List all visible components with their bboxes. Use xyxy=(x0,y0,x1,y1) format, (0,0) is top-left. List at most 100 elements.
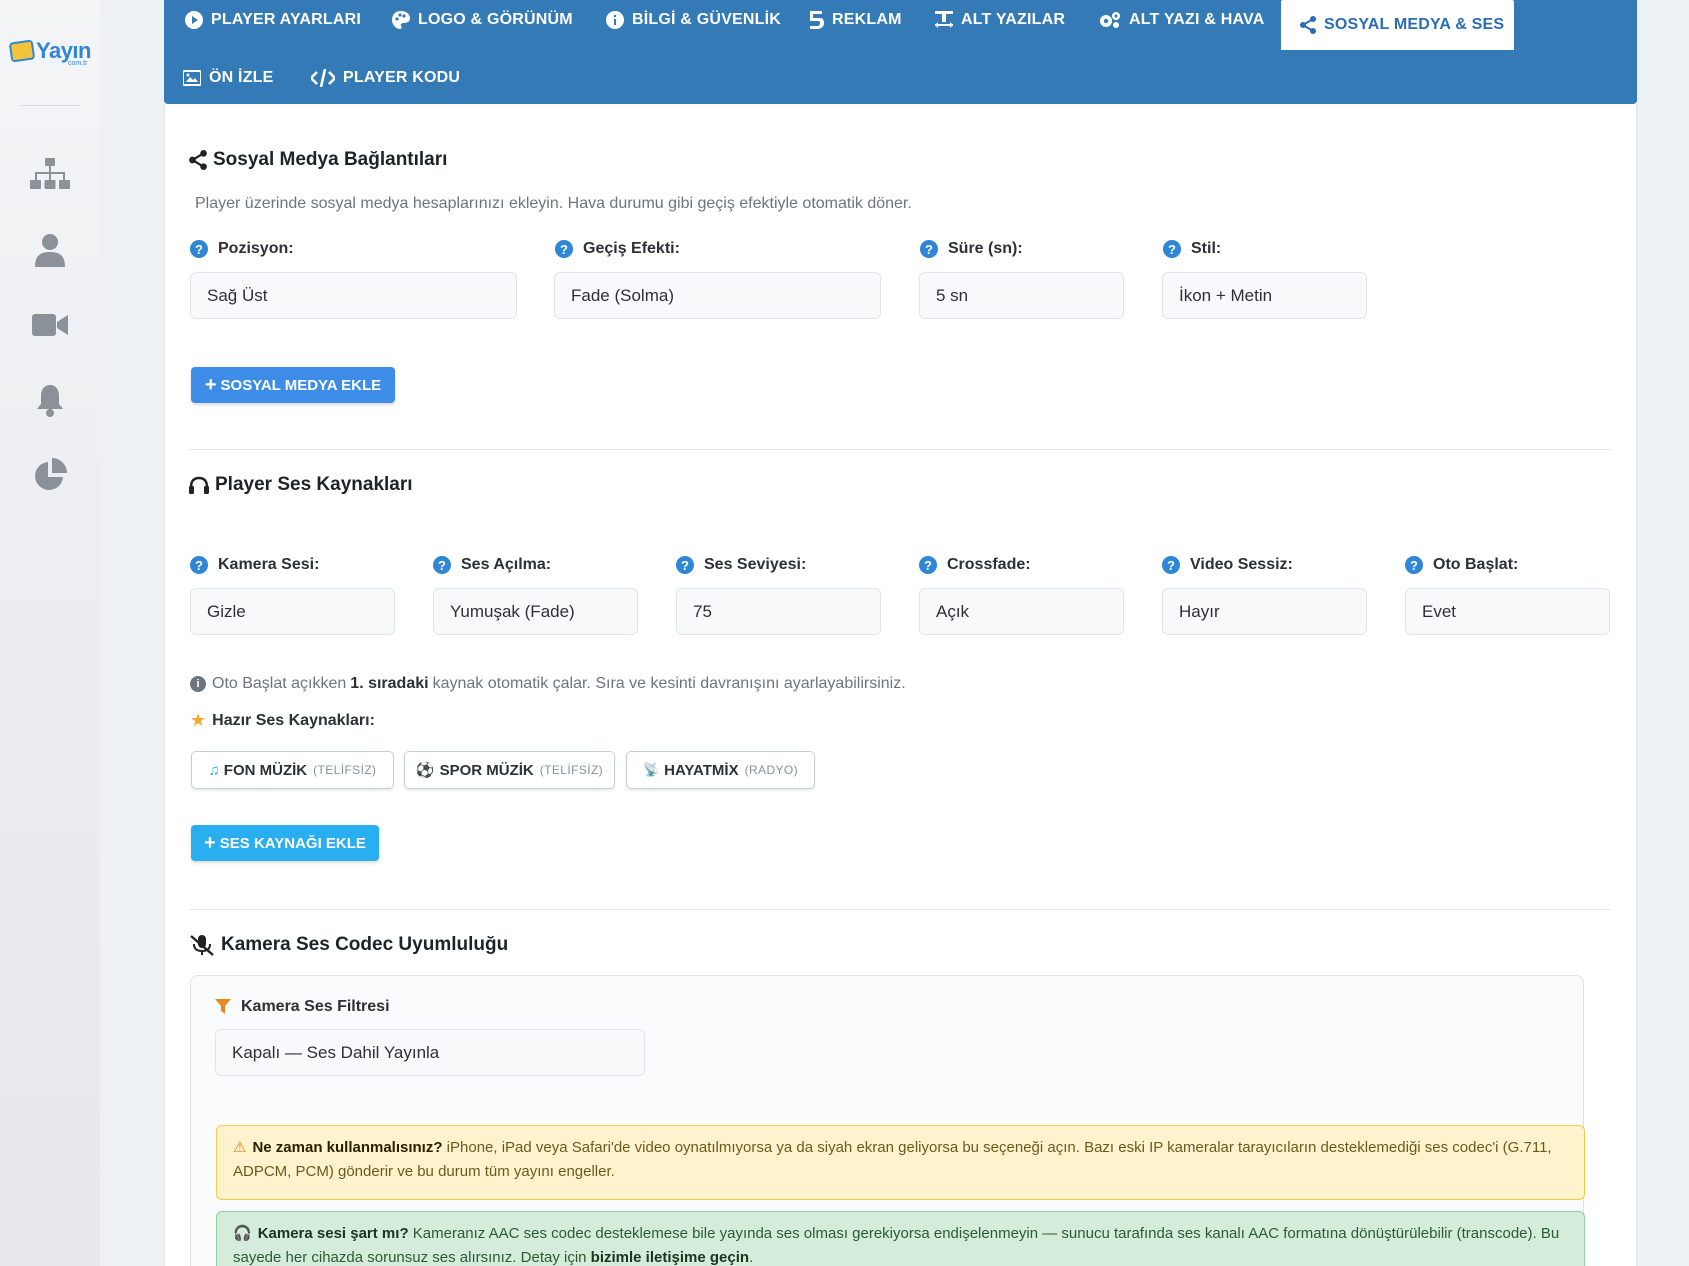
camera-audio-filter-select[interactable]: Kapalı — Ses Dahil Yayınla xyxy=(215,1029,645,1076)
play-circle-icon xyxy=(185,11,203,29)
label-text: Crossfade: xyxy=(947,556,1031,573)
tab-label: ÖN İZLE xyxy=(209,69,274,86)
success-text: Kameranız AAC ses codec desteklemese bil… xyxy=(233,1225,1560,1266)
tab-label: BİLGİ & GÜVENLİK xyxy=(632,11,781,28)
social-description: Player üzerinde sosyal medya hesaplarını… xyxy=(195,195,912,212)
audio-section-title: Player Ses Kaynakları xyxy=(189,474,413,496)
tab-sosyal-medya-ses[interactable]: SOSYAL MEDYA & SES xyxy=(1281,0,1514,50)
pie-chart-icon[interactable] xyxy=(30,455,70,495)
label-text: Stil: xyxy=(1191,240,1222,257)
tab-label: ALT YAZILAR xyxy=(961,11,1066,28)
plus-icon: + xyxy=(204,832,216,854)
tab-label: ALT YAZI & HAVA xyxy=(1129,11,1265,28)
label-text: Kamera Sesi: xyxy=(218,556,320,573)
logo-sub: com.tr xyxy=(68,60,88,67)
camera-sound-select[interactable]: Gizle xyxy=(190,588,395,635)
volume-level-select[interactable]: 75 xyxy=(676,588,881,635)
tab-player-kodu[interactable]: PLAYER KODU xyxy=(311,53,460,103)
volume-open-label: ? Ses Açılma: xyxy=(433,556,551,574)
palette-icon xyxy=(392,11,410,29)
question-icon: ? xyxy=(920,240,938,258)
ad-icon xyxy=(810,11,824,29)
label-text: Pozisyon: xyxy=(218,240,294,257)
position-select[interactable]: Sağ Üst xyxy=(190,272,517,319)
style-label: ? Stil: xyxy=(1163,240,1221,258)
sidebar: Yayın com.tr xyxy=(0,0,100,1266)
transition-label: ? Geçiş Efekti: xyxy=(555,240,680,258)
question-icon: ? xyxy=(676,556,694,574)
soccer-ball-icon: ⚽ xyxy=(415,762,435,779)
tab-label: PLAYER AYARLARI xyxy=(211,11,362,28)
crossfade-select[interactable]: Açık xyxy=(919,588,1124,635)
warning-alert: ⚠ Ne zaman kullanmalısınız? iPhone, iPad … xyxy=(216,1125,1585,1200)
headphones-icon xyxy=(189,476,209,494)
headphones-icon: 🎧 xyxy=(233,1225,252,1242)
microphone-slash-icon xyxy=(190,935,214,956)
plus-icon: + xyxy=(204,374,217,396)
question-icon: ? xyxy=(919,556,937,574)
transition-select[interactable]: Fade (Solma) xyxy=(554,272,881,319)
tab-player-ayarlari[interactable]: PLAYER AYARLARI xyxy=(185,0,361,45)
logo[interactable]: Yayın com.tr xyxy=(8,38,91,67)
preset-label: FON MÜZİK xyxy=(223,761,308,779)
text-icon xyxy=(935,11,953,28)
duration-label: ? Süre (sn): xyxy=(920,240,1023,258)
cogs-icon xyxy=(1100,12,1120,28)
presets-label-text: Hazır Ses Kaynakları: xyxy=(212,711,375,729)
info-circle-icon xyxy=(606,11,624,29)
sitemap-icon[interactable] xyxy=(30,155,70,195)
label-text: Süre (sn): xyxy=(948,240,1023,257)
filter-title-text: Kamera Ses Filtresi xyxy=(241,998,390,1015)
image-icon xyxy=(183,70,201,86)
label-text: Ses Açılma: xyxy=(461,556,552,573)
volume-level-label: ? Ses Seviyesi: xyxy=(676,556,806,574)
video-camera-icon[interactable] xyxy=(30,305,70,345)
divider xyxy=(189,449,1611,450)
music-note-icon: ♫ xyxy=(208,761,220,779)
autostart-label: ? Oto Başlat: xyxy=(1405,556,1518,574)
audio-title-text: Player Ses Kaynakları xyxy=(215,474,413,495)
crossfade-label: ? Crossfade: xyxy=(919,556,1031,574)
duration-select[interactable]: 5 sn xyxy=(919,272,1124,319)
label-text: Oto Başlat: xyxy=(1433,556,1519,573)
tab-alt-yazi-hava[interactable]: ALT YAZI & HAVA xyxy=(1099,0,1264,45)
info-icon: i xyxy=(190,676,206,692)
volume-open-select[interactable]: Yumuşak (Fade) xyxy=(433,588,638,635)
tab-alt-yazilar[interactable]: ALT YAZILAR xyxy=(935,0,1065,45)
logo-mark-icon xyxy=(8,39,36,63)
preset-spor-muzik-button[interactable]: ⚽ SPOR MÜZİK (TELİFSİZ) xyxy=(404,751,615,789)
presets-label: ★ Hazır Ses Kaynakları: xyxy=(190,710,375,731)
user-icon[interactable] xyxy=(30,230,70,270)
camera-sound-label: ? Kamera Sesi: xyxy=(190,556,319,574)
video-mute-select[interactable]: Hayır xyxy=(1162,588,1367,635)
question-icon: ? xyxy=(190,240,208,258)
tab-on-izle[interactable]: ÖN İZLE xyxy=(183,53,274,103)
add-audio-source-button[interactable]: + SES KAYNAĞI EKLE xyxy=(191,825,379,861)
bell-icon[interactable] xyxy=(30,380,70,420)
codec-title-text: Kamera Ses Codec Uyumluluğu xyxy=(221,934,509,955)
question-icon: ? xyxy=(1163,240,1181,258)
question-icon: ? xyxy=(1162,556,1180,574)
preset-hayatmix-button[interactable]: 📡 HAYATMİX (RADYO) xyxy=(626,751,815,789)
divider xyxy=(189,909,1611,910)
filter-icon xyxy=(215,999,231,1014)
tab-reklam[interactable]: REKLAM xyxy=(808,0,902,45)
contact-link[interactable]: bizimle iletişime geçin xyxy=(591,1249,749,1266)
autostart-select[interactable]: Evet xyxy=(1405,588,1610,635)
tab-label: REKLAM xyxy=(832,11,902,28)
filter-title: Kamera Ses Filtresi xyxy=(215,998,390,1016)
tab-label: SOSYAL MEDYA & SES xyxy=(1324,16,1505,33)
share-icon xyxy=(189,150,207,170)
question-icon: ? xyxy=(433,556,451,574)
info-text-bold: 1. sıradaki xyxy=(350,675,429,692)
success-end: . xyxy=(749,1249,754,1266)
share-icon xyxy=(1300,16,1316,34)
button-label: SOSYAL MEDYA EKLE xyxy=(220,376,382,394)
question-icon: ? xyxy=(190,556,208,574)
tab-bilgi-guvenlik[interactable]: BİLGİ & GÜVENLİK xyxy=(606,0,781,45)
style-select[interactable]: İkon + Metin xyxy=(1162,272,1367,319)
info-text-post: kaynak otomatik çalar. Sıra ve kesinti d… xyxy=(432,675,906,692)
preset-fon-muzik-button[interactable]: ♫ FON MÜZİK (TELİFSİZ) xyxy=(191,751,394,789)
add-social-media-button[interactable]: + SOSYAL MEDYA EKLE xyxy=(191,367,395,403)
tab-logo-gorunum[interactable]: LOGO & GÖRÜNÜM xyxy=(392,0,573,45)
